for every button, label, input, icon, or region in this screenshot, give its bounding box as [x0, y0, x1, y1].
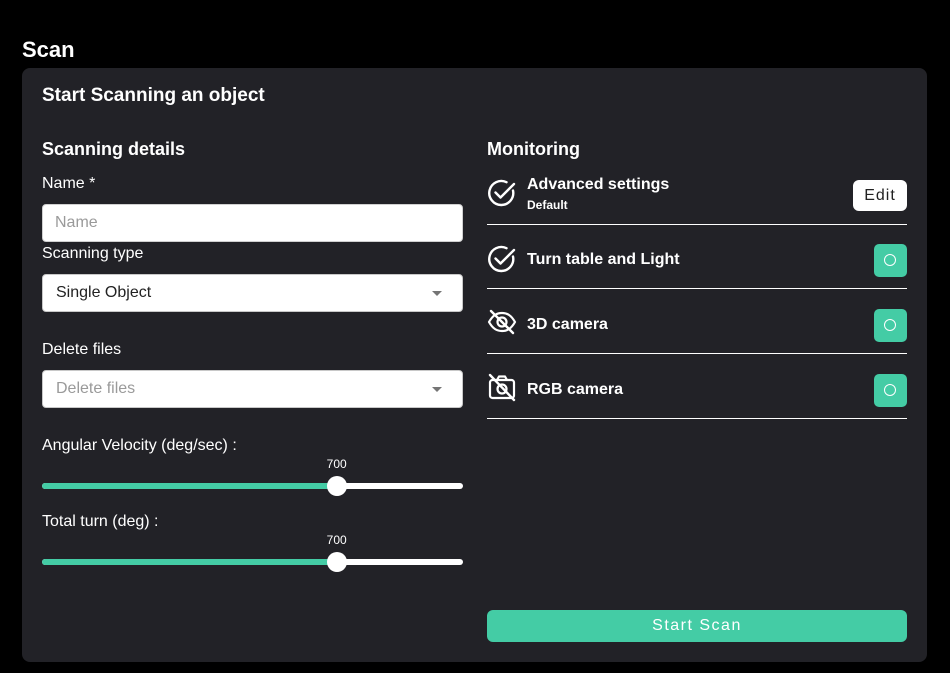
rgb-camera-status-toggle[interactable]	[874, 374, 907, 407]
total-turn-label: Total turn (deg) :	[42, 513, 159, 530]
turntable-status-toggle[interactable]	[874, 244, 907, 277]
slider-thumb[interactable]	[326, 476, 347, 496]
status-ring-icon	[884, 254, 896, 266]
scanning-type-select[interactable]: Single Object	[42, 274, 463, 312]
caret-down-icon	[432, 291, 442, 296]
delete-files-placeholder: Delete files	[56, 380, 136, 397]
total-turn-slider[interactable]: 700	[42, 533, 463, 572]
slider-value: 700	[326, 457, 347, 471]
monitoring-section: Monitoring Advanced settings Default Edi…	[487, 138, 907, 419]
check-circle-icon	[488, 245, 516, 273]
camera-3d-name: 3D camera	[527, 316, 608, 333]
name-label: Name *	[42, 175, 96, 192]
card-title: Start Scanning an object	[42, 85, 265, 106]
status-ring-icon	[884, 319, 896, 331]
edit-button[interactable]: Edit	[853, 180, 907, 211]
advanced-settings-sub: Default	[527, 198, 568, 212]
check-circle-icon	[488, 179, 516, 207]
start-scan-button[interactable]: Start Scan	[487, 610, 907, 642]
monitoring-title: Monitoring	[487, 139, 580, 159]
scan-card: Start Scanning an object Scanning detail…	[22, 68, 927, 662]
rgb-camera-row: RGB camera	[487, 354, 907, 419]
rgb-camera-name: RGB camera	[527, 381, 624, 398]
camera-off-icon	[488, 373, 516, 402]
delete-files-select[interactable]: Delete files	[42, 370, 463, 408]
advanced-settings-name: Advanced settings	[527, 176, 670, 193]
page-title: Scan	[22, 37, 75, 62]
eye-off-icon	[487, 309, 517, 335]
slider-fill	[42, 559, 337, 565]
advanced-settings-row: Advanced settings Default Edit	[487, 161, 907, 225]
name-input[interactable]	[42, 204, 463, 242]
scanning-details-section: Scanning details Name * Scanning type Si…	[42, 138, 463, 572]
angular-velocity-label: Angular Velocity (deg/sec) :	[42, 437, 237, 454]
delete-files-label: Delete files	[42, 341, 122, 358]
turntable-name: Turn table and Light	[527, 251, 680, 268]
caret-down-icon	[432, 387, 442, 392]
camera-3d-status-toggle[interactable]	[874, 309, 907, 342]
scanning-type-value: Single Object	[56, 284, 152, 301]
scanning-details-title: Scanning details	[42, 139, 186, 159]
slider-thumb[interactable]	[326, 552, 347, 572]
scanning-type-label: Scanning type	[42, 245, 144, 262]
turntable-row: Turn table and Light	[487, 224, 907, 289]
status-ring-icon	[884, 384, 896, 396]
slider-fill	[42, 483, 337, 489]
camera-3d-row: 3D camera	[487, 289, 907, 354]
slider-value: 700	[326, 533, 347, 547]
angular-velocity-slider[interactable]: 700	[42, 457, 463, 496]
